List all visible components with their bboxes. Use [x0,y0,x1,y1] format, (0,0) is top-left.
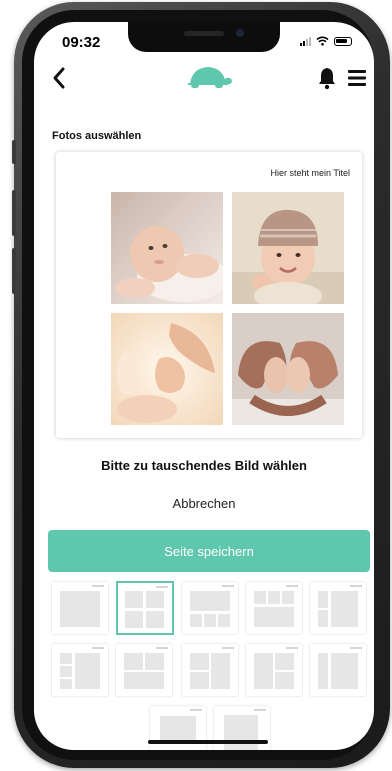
layout-template-9[interactable] [246,644,302,696]
wifi-icon [316,36,329,46]
status-icons [300,36,352,46]
layout-template-8[interactable] [182,644,238,696]
phone-volume-up-button [12,190,16,236]
layout-template-5[interactable] [310,582,366,634]
layout-template-3[interactable] [182,582,238,634]
signal-icon [300,36,311,46]
photo-image [111,313,223,425]
page-preview: Hier steht mein Titel [56,152,362,438]
baby-hat-photo[interactable] [232,192,344,304]
speaker-grille [184,31,224,36]
save-page-button[interactable]: Seite speichern [48,530,370,572]
notch [128,22,280,52]
app-screen: 09:32 Fotos auswählen Hier steht mein Ti… [34,22,374,750]
baby-feet-heart-photo[interactable] [232,313,344,425]
baby-lying-photo[interactable] [111,192,223,304]
layout-template-2[interactable] [116,581,174,635]
top-navigation [34,62,374,98]
section-title: Fotos auswählen [52,130,142,142]
cancel-button[interactable]: Abbrechen [34,496,374,511]
chevron-left-icon[interactable] [48,64,70,92]
phone-side-button [12,140,16,164]
layout-template-4[interactable] [246,582,302,634]
layout-template-1[interactable] [52,582,108,634]
photo-image [232,192,344,304]
layout-template-6[interactable] [52,644,108,696]
photo-image [111,192,223,304]
phone-volume-down-button [12,248,16,294]
layout-template-10[interactable] [310,644,366,696]
home-indicator[interactable] [148,740,268,744]
battery-icon [334,36,352,46]
page-title-text[interactable]: Hier steht mein Titel [270,168,350,178]
bell-icon[interactable] [316,66,338,90]
layout-template-7[interactable] [116,644,172,696]
front-camera [236,29,244,37]
turtle-icon[interactable] [184,62,232,92]
status-time: 09:32 [62,34,101,51]
hamburger-menu-icon[interactable] [347,68,367,88]
baby-hand-photo[interactable] [111,313,223,425]
photo-image [232,313,344,425]
swap-instruction: Bitte zu tauschendes Bild wählen [101,458,307,473]
